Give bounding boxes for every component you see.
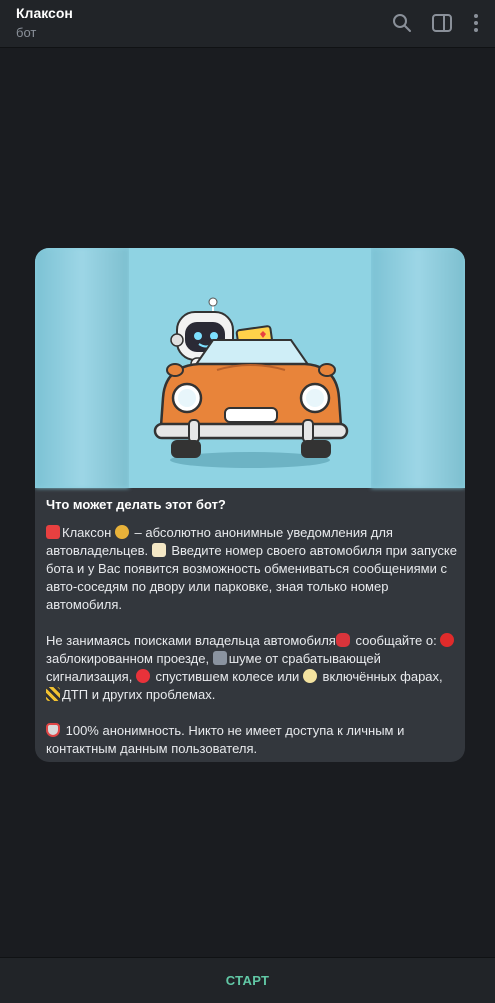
bot-preview-image <box>35 248 465 488</box>
p1-part-a: Клаксон <box>62 525 115 540</box>
p2-part-f: включённых фарах, <box>318 669 443 684</box>
memo-icon <box>151 543 166 557</box>
bottom-bar: СТАРТ <box>0 957 495 1003</box>
construction-icon <box>46 687 60 701</box>
robot-car-illustration <box>129 248 371 488</box>
light-bulb-icon <box>302 669 317 683</box>
sidebar-toggle-button[interactable] <box>429 10 455 36</box>
p2-part-a: Не занимаясь поисками владельца автомоби… <box>46 633 336 648</box>
balloon-icon <box>135 669 150 683</box>
bot-description-text: Что может делать этот бот? Клаксон – абс… <box>46 496 458 762</box>
no-entry-icon <box>440 633 455 647</box>
car-icon <box>335 633 350 647</box>
bot-description-card: Что может делать этот бот? Клаксон – абс… <box>35 248 465 762</box>
p2-part-g: ДТП и других проблемах. <box>62 687 216 702</box>
speaker-icon <box>212 651 227 665</box>
siren-icon <box>46 525 60 539</box>
p2-part-c: заблокированном проезде, <box>46 651 213 666</box>
image-blur-left <box>35 248 129 488</box>
start-button[interactable]: СТАРТ <box>226 973 270 988</box>
search-icon <box>393 14 411 32</box>
shield-icon <box>46 723 60 737</box>
more-vertical-icon <box>474 14 478 32</box>
description-heading: Что может делать этот бот? <box>46 497 226 512</box>
chat-subtitle: бот <box>16 25 37 40</box>
horn-icon <box>114 525 129 539</box>
p3-text: 100% анонимность. Никто не имеет доступа… <box>46 723 405 756</box>
description-paragraph-1: Клаксон – абсолютно анонимные уведомлени… <box>46 524 458 614</box>
description-paragraph-2: Не занимаясь поисками владельца автомоби… <box>46 632 458 704</box>
chat-header: Клаксон бот <box>0 0 495 48</box>
description-paragraph-3: 100% анонимность. Никто не имеет доступа… <box>46 722 458 758</box>
more-button[interactable] <box>463 10 489 36</box>
search-button[interactable] <box>389 10 415 36</box>
p2-part-b: сообщайте о: <box>351 633 437 648</box>
chat-title[interactable]: Клаксон <box>16 5 73 21</box>
image-blur-right <box>371 248 465 488</box>
sidebar-toggle-icon <box>432 14 452 32</box>
p2-part-e: спустившем колесе или <box>151 669 303 684</box>
